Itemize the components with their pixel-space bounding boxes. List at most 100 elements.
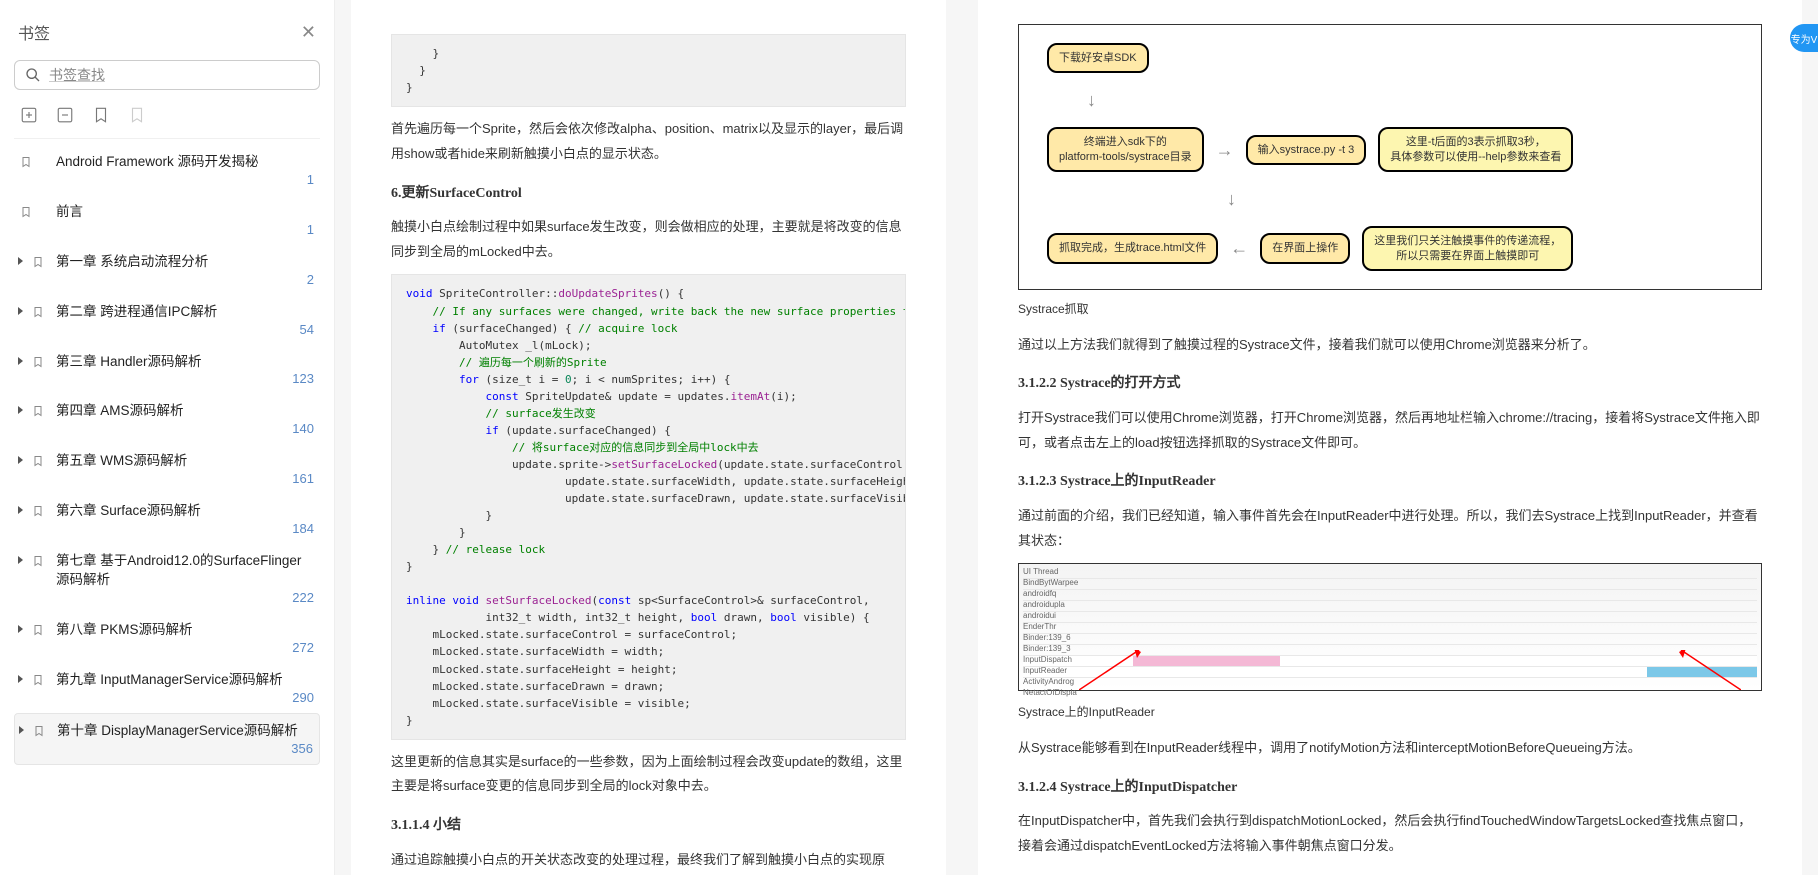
toc-label: 第三章 Handler源码解析 — [38, 353, 314, 372]
code-block-top: } } } — [391, 34, 906, 107]
toc-item[interactable]: 第一章 系统启动流程分析2 — [14, 245, 320, 295]
toc-page-number: 1 — [307, 222, 314, 237]
toc-item[interactable]: 第五章 WMS源码解析161 — [14, 444, 320, 494]
expand-arrow-icon[interactable] — [18, 625, 23, 633]
expand-arrow-icon[interactable] — [18, 456, 23, 464]
bookmark-icon — [32, 255, 44, 269]
diagram-node: 下载好安卓SDK — [1047, 43, 1149, 73]
toc-label: 第六章 Surface源码解析 — [38, 502, 314, 521]
remove-bookmark-icon[interactable] — [56, 106, 74, 124]
heading: 3.1.2.2 Systrace的打开方式 — [1018, 371, 1762, 398]
bookmark-icon — [32, 305, 44, 319]
toc-page-number: 161 — [292, 471, 314, 486]
heading: 6.更新SurfaceControl — [391, 181, 906, 208]
toc-page-number: 222 — [292, 590, 314, 605]
diagram-node: 抓取完成，生成trace.html文件 — [1047, 233, 1218, 263]
paragraph: 触摸小白点绘制过程中如果surface发生改变，则会做相应的处理，主要就是将改变… — [391, 215, 906, 264]
diagram-note: 这里我们只关注触摸事件的传递流程， 所以只需要在界面上触摸即可 — [1362, 226, 1573, 271]
bookmark-icon — [33, 724, 45, 738]
flowchart-diagram: 下载好安卓SDK ↓ 终端进入sdk下的 platform-tools/syst… — [1018, 24, 1762, 290]
paragraph: 从Systrace能够看到在InputReader线程中，调用了notifyMo… — [1018, 736, 1762, 761]
paragraph: 通过前面的介绍，我们已经知道，输入事件首先会在InputReader中进行处理。… — [1018, 504, 1762, 553]
toc-item[interactable]: Android Framework 源码开发揭秘1 — [14, 145, 320, 195]
bookmark-outline-icon[interactable] — [128, 106, 146, 124]
bookmark-icon — [32, 355, 44, 369]
sidebar-toolbar — [14, 102, 320, 139]
toc-item[interactable]: 第二章 跨进程通信IPC解析54 — [14, 295, 320, 345]
bookmark-icon — [32, 554, 44, 568]
toc-label: 第四章 AMS源码解析 — [38, 402, 314, 421]
expand-arrow-icon[interactable] — [18, 406, 23, 414]
expand-arrow-icon[interactable] — [18, 307, 23, 315]
toc-page-number: 272 — [292, 640, 314, 655]
heading: 3.1.2.4 Systrace上的InputDispatcher — [1018, 775, 1762, 802]
page-right: 下载好安卓SDK ↓ 终端进入sdk下的 platform-tools/syst… — [978, 0, 1802, 875]
toc-page-number: 54 — [300, 322, 314, 337]
add-bookmark-icon[interactable] — [20, 106, 38, 124]
paragraph: 通过追踪触摸小白点的开关状态改变的处理过程，最终我们了解到触摸小白点的实现原理：… — [391, 848, 906, 875]
search-input[interactable] — [14, 60, 320, 90]
toc-label: 第五章 WMS源码解析 — [38, 452, 314, 471]
toc-item[interactable]: 前言1 — [14, 195, 320, 245]
bookmark-icon[interactable] — [92, 106, 110, 124]
content-area: } } } 首先遍历每一个Sprite，然后会依次修改alpha、positio… — [335, 0, 1818, 875]
diagram-note: 这里-t后面的3表示抓取3秒， 具体参数可以使用--help参数来查看 — [1378, 127, 1573, 172]
toc-label: 第一章 系统启动流程分析 — [38, 253, 314, 272]
toc-page-number: 2 — [307, 272, 314, 287]
promo-badge[interactable]: 专为V — [1790, 24, 1818, 52]
toc-page-number: 184 — [292, 521, 314, 536]
systrace-screenshot: UI ThreadBindBytWarpeeandroidfqandroidup… — [1018, 563, 1762, 691]
toc-page-number: 123 — [292, 371, 314, 386]
code-block-main: void SpriteController::doUpdateSprites()… — [391, 274, 906, 739]
bookmark-icon — [20, 155, 32, 169]
search-field[interactable] — [49, 67, 309, 83]
bookmark-icon — [32, 673, 44, 687]
search-icon — [25, 67, 41, 83]
toc-item[interactable]: 第六章 Surface源码解析184 — [14, 494, 320, 544]
toc-item[interactable]: 第八章 PKMS源码解析272 — [14, 613, 320, 663]
expand-arrow-icon[interactable] — [18, 675, 23, 683]
figure-caption: Systrace上的InputReader — [1018, 701, 1762, 724]
toc-page-number: 356 — [291, 741, 313, 756]
heading: 3.1.2.3 Systrace上的InputReader — [1018, 469, 1762, 496]
toc-item[interactable]: 第三章 Handler源码解析123 — [14, 345, 320, 395]
toc-item[interactable]: 第十章 DisplayManagerService源码解析356 — [14, 713, 320, 765]
bookmark-icon — [32, 504, 44, 518]
toc-item[interactable]: 第四章 AMS源码解析140 — [14, 394, 320, 444]
expand-arrow-icon[interactable] — [18, 506, 23, 514]
paragraph: 首先遍历每一个Sprite，然后会依次修改alpha、position、matr… — [391, 117, 906, 166]
toc-label: 第二章 跨进程通信IPC解析 — [38, 303, 314, 322]
expand-arrow-icon[interactable] — [18, 556, 23, 564]
toc-list: Android Framework 源码开发揭秘1前言1第一章 系统启动流程分析… — [14, 145, 320, 863]
toc-label: 前言 — [38, 203, 314, 222]
toc-page-number: 140 — [292, 421, 314, 436]
toc-label: Android Framework 源码开发揭秘 — [38, 153, 314, 172]
bookmark-icon — [32, 454, 44, 468]
toc-label: 第十章 DisplayManagerService源码解析 — [39, 722, 313, 741]
sidebar-header: 书签 ✕ — [14, 12, 320, 56]
toc-page-number: 1 — [307, 172, 314, 187]
diagram-node: 终端进入sdk下的 platform-tools/systrace目录 — [1047, 127, 1204, 172]
close-icon[interactable]: ✕ — [301, 22, 316, 43]
expand-arrow-icon[interactable] — [19, 726, 24, 734]
paragraph: 打开Systrace我们可以使用Chrome浏览器，打开Chrome浏览器，然后… — [1018, 406, 1762, 455]
heading: 3.1.1.4 小结 — [391, 813, 906, 840]
paragraph: 通过以上方法我们就得到了触摸过程的Systrace文件，接着我们就可以使用Chr… — [1018, 333, 1762, 358]
expand-arrow-icon[interactable] — [18, 257, 23, 265]
toc-page-number: 290 — [292, 690, 314, 705]
page-left: } } } 首先遍历每一个Sprite，然后会依次修改alpha、positio… — [351, 0, 946, 875]
toc-item[interactable]: 第七章 基于Android12.0的SurfaceFlinger源码解析222 — [14, 544, 320, 613]
toc-label: 第七章 基于Android12.0的SurfaceFlinger源码解析 — [38, 552, 314, 590]
bookmark-icon — [20, 205, 32, 219]
bookmark-icon — [32, 404, 44, 418]
paragraph: 在InputDispatcher中，首先我们会执行到dispatchMotion… — [1018, 809, 1762, 858]
sidebar-title: 书签 — [18, 20, 50, 44]
bookmarks-sidebar: 书签 ✕ Android Framework 源码开发揭秘1前言1第一章 系统启… — [0, 0, 335, 875]
expand-arrow-icon[interactable] — [18, 357, 23, 365]
bookmark-icon — [32, 623, 44, 637]
paragraph: 这里更新的信息其实是surface的一些参数，因为上面绘制过程会改变update… — [391, 750, 906, 799]
toc-label: 第九章 InputManagerService源码解析 — [38, 671, 314, 690]
diagram-node: 输入systrace.py -t 3 — [1246, 135, 1367, 165]
toc-label: 第八章 PKMS源码解析 — [38, 621, 314, 640]
toc-item[interactable]: 第九章 InputManagerService源码解析290 — [14, 663, 320, 713]
